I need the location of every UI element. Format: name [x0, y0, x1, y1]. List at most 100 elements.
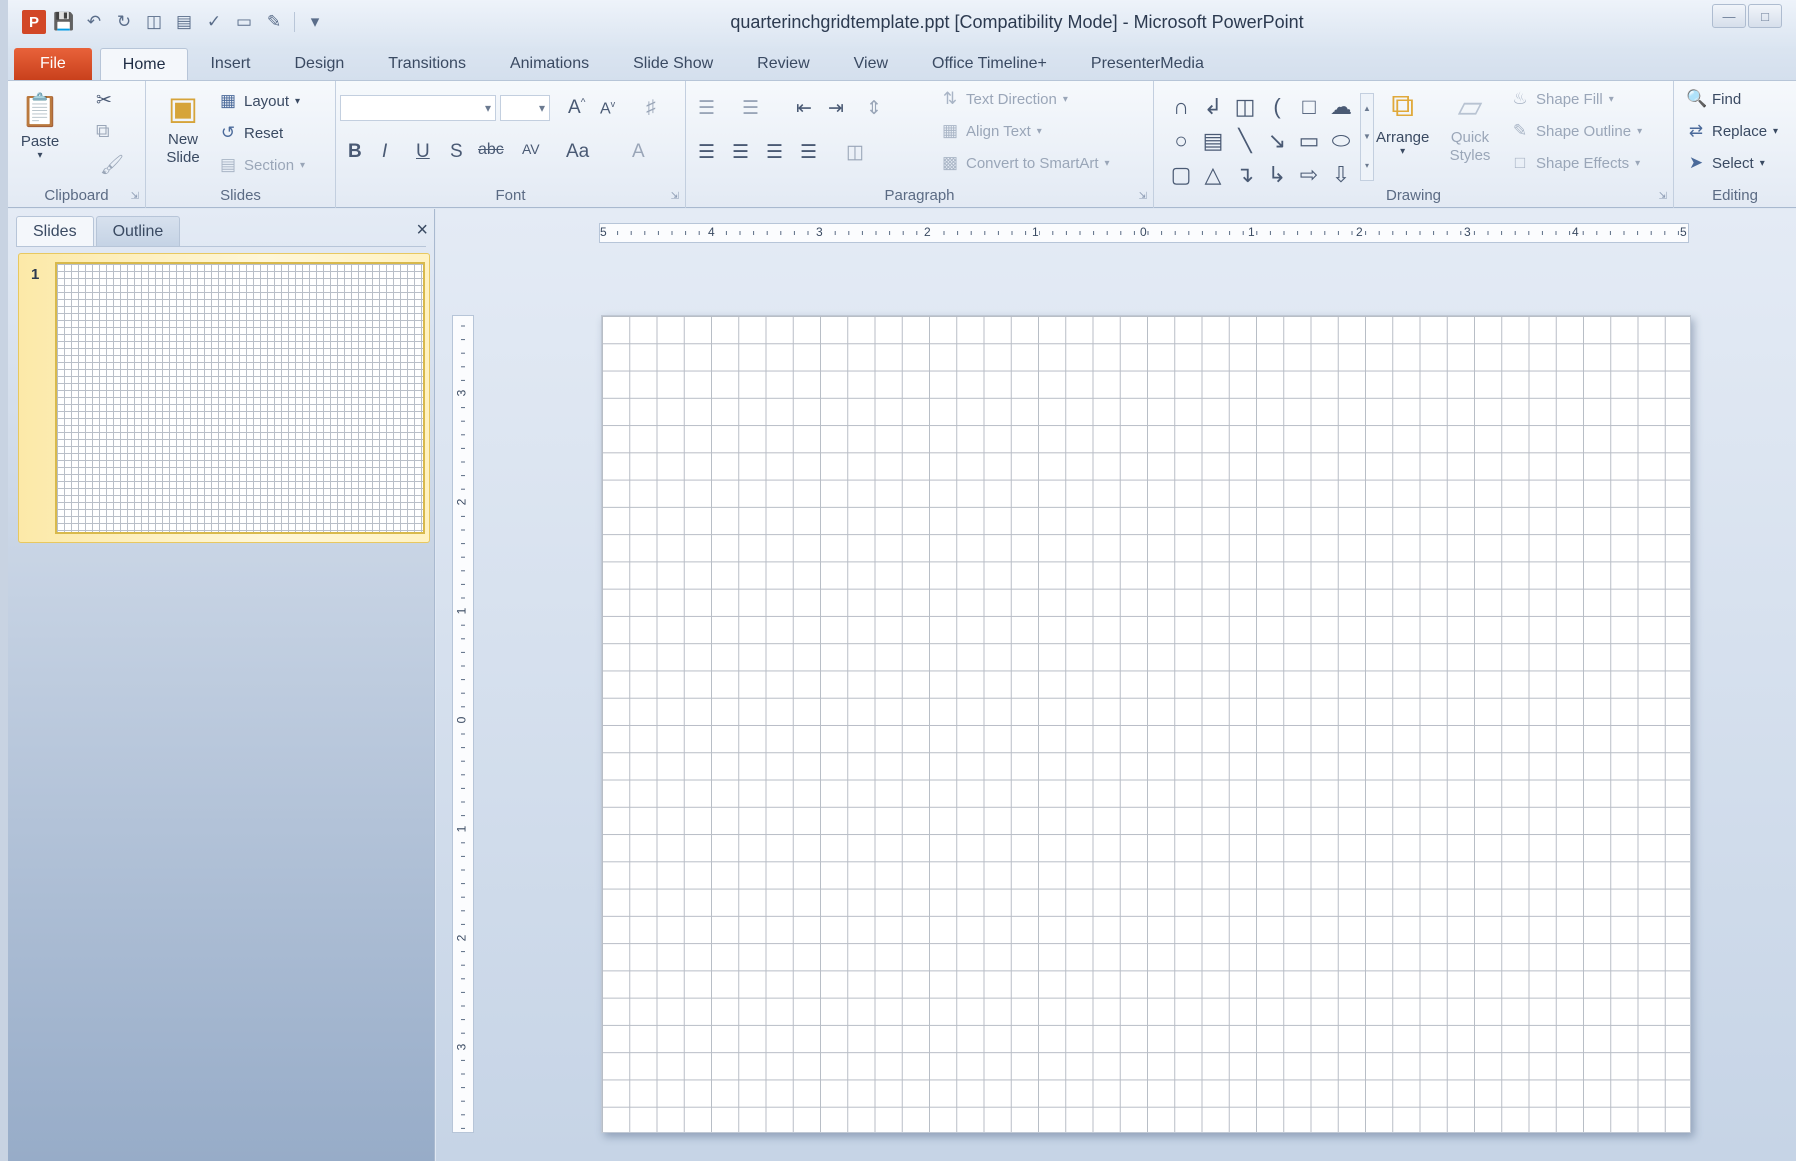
align-center-icon[interactable]: ☰ [732, 141, 749, 164]
reset-icon: ↺ [220, 123, 236, 142]
window-title: quarterinchgridtemplate.ppt [Compatibili… [730, 12, 1304, 32]
copy-icon[interactable]: ⧉ [96, 121, 110, 143]
increase-indent-icon[interactable]: ⇥ [828, 97, 844, 120]
line-spacing-icon[interactable]: ⇕ [866, 97, 882, 120]
bullets-icon[interactable]: ☰ [698, 97, 715, 120]
format-painter-icon[interactable]: 🖌 [100, 153, 124, 177]
align-text-icon: ▦ [941, 121, 959, 140]
align-text-button[interactable]: ▦ Align Text ▾ [940, 121, 1042, 141]
vertical-ruler[interactable]: 3 2 1 0 1 2 3 [452, 315, 474, 1133]
textbox-shape-icon[interactable]: ▤ [1198, 125, 1228, 157]
layout-button[interactable]: ▦ Layout ▾ [218, 91, 300, 111]
shape-outline-icon: ✎ [1512, 121, 1528, 140]
decrease-indent-icon[interactable]: ⇤ [796, 97, 812, 120]
dialog-launcher-icon[interactable]: ⇲ [1659, 191, 1667, 202]
tab-insert[interactable]: Insert [188, 48, 272, 80]
tab-outline[interactable]: Outline [95, 216, 181, 246]
bold-icon[interactable]: B [348, 141, 362, 163]
shape-outline-button[interactable]: ✎ Shape Outline ▾ [1510, 121, 1642, 141]
columns-icon[interactable]: ◫ [846, 141, 864, 164]
new-slide-button[interactable]: ▣ New Slide [156, 85, 210, 167]
dialog-launcher-icon[interactable]: ⇲ [671, 191, 679, 202]
clear-formatting-icon[interactable]: ♯ [646, 97, 656, 119]
cube-shape-icon[interactable]: ◫ [1230, 91, 1260, 123]
paragraph-group: ☰ ☰ ⇤ ⇥ ⇕ ☰ ☰ ☰ ☰ ◫ ⇅ Text Direction ▾ ▦… [686, 81, 1154, 208]
more-icon[interactable]: ▾ [1365, 161, 1369, 170]
tab-design[interactable]: Design [272, 48, 366, 80]
maximize-button[interactable]: □ [1748, 4, 1782, 28]
cut-icon[interactable]: ✂ [96, 89, 112, 112]
scroll-up-icon[interactable]: ▲ [1363, 104, 1371, 113]
minimize-button[interactable]: — [1712, 4, 1746, 28]
paragraph-group-label: Paragraph [884, 187, 955, 204]
ruler-number: 4 [708, 225, 715, 239]
slides-group-label: Slides [220, 187, 261, 204]
oval-shape-icon[interactable]: ○ [1166, 125, 1196, 157]
ruler-number: 0 [1140, 225, 1147, 239]
freeform-shape-icon[interactable]: ∩ [1166, 91, 1196, 123]
slide-thumbnail[interactable] [55, 262, 425, 534]
shadow-icon[interactable]: S [450, 141, 463, 163]
tab-transitions[interactable]: Transitions [366, 48, 488, 80]
ellipse-shape-icon[interactable]: ⬭ [1326, 125, 1356, 157]
rectangle-shape-icon[interactable]: ▭ [1294, 125, 1324, 157]
dialog-launcher-icon[interactable]: ⇲ [131, 191, 139, 202]
replace-button[interactable]: ⇄ Replace ▾ [1686, 121, 1778, 141]
align-left-icon[interactable]: ☰ [698, 141, 715, 164]
shrink-font-icon[interactable]: Av [600, 99, 615, 118]
tab-file[interactable]: File [14, 48, 92, 80]
quick-styles-icon: ▱ [1457, 88, 1483, 124]
strikethrough-icon[interactable]: abc [478, 141, 504, 159]
italic-icon[interactable]: I [382, 141, 387, 163]
close-icon[interactable]: × [416, 219, 428, 242]
section-button[interactable]: ▤ Section ▾ [218, 155, 305, 175]
ribbon: 📋 Paste ▾ ✂ ⧉ 🖌 Clipboard ⇲ ▣ New Slide … [8, 80, 1796, 208]
bracket-shape-icon[interactable]: ( [1262, 91, 1292, 123]
scroll-down-icon[interactable]: ▼ [1363, 132, 1371, 141]
horizontal-ruler[interactable]: 5 4 3 2 1 0 1 2 3 4 5 [599, 223, 1689, 243]
character-spacing-icon[interactable]: AV [522, 141, 540, 157]
tab-slides[interactable]: Slides [16, 216, 94, 246]
text-direction-button[interactable]: ⇅ Text Direction ▾ [940, 89, 1068, 109]
font-color-icon[interactable]: A [632, 141, 645, 163]
find-button[interactable]: 🔍 Find [1686, 89, 1741, 109]
select-label: Select [1712, 154, 1754, 172]
quick-styles-label: Quick Styles [1449, 129, 1491, 164]
change-case-icon[interactable]: Aa [566, 141, 589, 163]
tab-review[interactable]: Review [735, 48, 831, 80]
grow-font-icon[interactable]: A^ [568, 97, 585, 119]
ruler-number: 1 [454, 825, 469, 833]
tab-view[interactable]: View [832, 48, 910, 80]
tab-animations[interactable]: Animations [488, 48, 611, 80]
tab-office-timeline[interactable]: Office Timeline+ [910, 48, 1069, 80]
shape-fill-button[interactable]: ♨ Shape Fill ▾ [1510, 89, 1613, 109]
align-right-icon[interactable]: ☰ [766, 141, 783, 164]
numbering-icon[interactable]: ☰ [742, 97, 759, 120]
tab-presentermedia[interactable]: PresenterMedia [1069, 48, 1226, 80]
paste-button[interactable]: 📋 Paste ▾ [18, 87, 62, 161]
slide-canvas[interactable] [601, 315, 1691, 1133]
shapes-gallery-scroll[interactable]: ▲ ▼ ▾ [1360, 93, 1374, 181]
reset-button[interactable]: ↺ Reset [218, 123, 283, 143]
curved-connector-icon[interactable]: ↲ [1198, 91, 1228, 123]
shape-outline-label: Shape Outline [1536, 122, 1632, 140]
arrow-line-shape-icon[interactable]: ↘ [1262, 125, 1292, 157]
arrange-button[interactable]: ⧉ Arrange ▾ [1376, 83, 1429, 157]
font-name-input[interactable]: ▾ [340, 95, 496, 121]
dialog-launcher-icon[interactable]: ⇲ [1139, 191, 1147, 202]
convert-smartart-button[interactable]: ▩ Convert to SmartArt ▾ [940, 153, 1110, 173]
chevron-down-icon: ▾ [1759, 157, 1765, 169]
tab-slide-show[interactable]: Slide Show [611, 48, 735, 80]
rectangle-callout-icon[interactable]: □ [1294, 91, 1324, 123]
slide-thumbnail-row[interactable]: 1 [18, 253, 430, 543]
new-slide-label: New Slide [166, 131, 200, 166]
select-button[interactable]: ➤ Select ▾ [1686, 153, 1765, 173]
cloud-shape-icon[interactable]: ☁ [1326, 91, 1356, 123]
shape-effects-button[interactable]: □ Shape Effects ▾ [1510, 153, 1640, 173]
justify-icon[interactable]: ☰ [800, 141, 817, 164]
tab-home[interactable]: Home [99, 48, 189, 80]
font-size-input[interactable]: ▾ [500, 95, 550, 121]
underline-icon[interactable]: U [416, 141, 430, 163]
line-shape-icon[interactable]: ╲ [1230, 125, 1260, 157]
quick-styles-button[interactable]: ▱ Quick Styles [1444, 83, 1496, 165]
